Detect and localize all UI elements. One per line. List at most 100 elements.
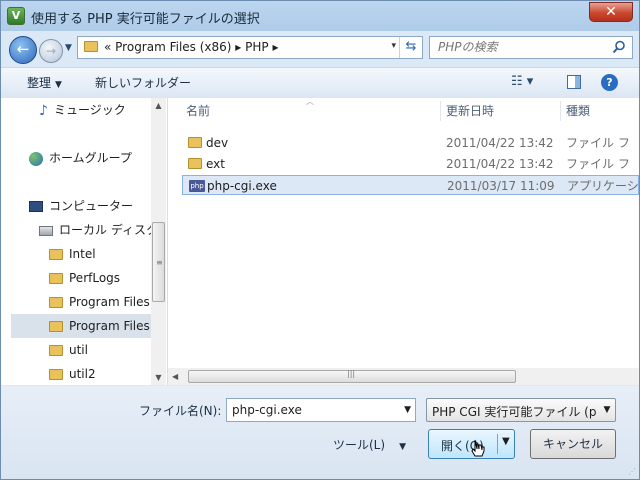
- tools-menu[interactable]: ツール(L) ▼: [333, 436, 406, 453]
- scrollbar-thumb[interactable]: ≡: [152, 222, 165, 302]
- chevron-down-icon: ▼: [55, 80, 62, 90]
- forward-button[interactable]: →: [39, 39, 63, 63]
- dialog-footer: ファイル名(N): php-cgi.exe ▼ PHP CGI 実行可能ファイル…: [1, 386, 639, 479]
- file-date: 2011/04/22 13:42: [446, 136, 554, 150]
- help-icon[interactable]: ?: [601, 74, 618, 91]
- file-type: ファイル フ: [566, 136, 630, 150]
- filetype-value: PHP CGI 実行可能ファイル (p: [432, 405, 597, 419]
- title-bar[interactable]: V 使用する PHP 実行可能ファイルの選択 ✕: [1, 1, 639, 31]
- folder-icon: [188, 137, 202, 148]
- sidebar-item-program-files[interactable]: Program Files: [49, 290, 151, 314]
- view-options-icon[interactable]: ☷ ▾: [511, 74, 533, 89]
- column-header-date[interactable]: 更新日時: [446, 98, 494, 124]
- app-icon: V: [7, 7, 25, 25]
- file-row-ext[interactable]: ext 2011/04/22 13:42 ファイル フ: [182, 154, 639, 174]
- filetype-select[interactable]: PHP CGI 実行可能ファイル (p ▼: [426, 398, 616, 422]
- sidebar-item-label: ミュージック: [53, 103, 126, 117]
- open-options-icon[interactable]: ▼: [502, 436, 510, 447]
- folder-icon: [49, 321, 63, 332]
- sidebar-item-label: Intel: [69, 247, 96, 261]
- column-divider[interactable]: [440, 101, 441, 121]
- sidebar-item-homegroup[interactable]: ホームグループ: [29, 146, 132, 170]
- close-icon: ✕: [605, 4, 617, 20]
- sidebar-item-util[interactable]: util: [49, 338, 88, 362]
- homegroup-icon: [29, 151, 43, 166]
- folder-icon: [49, 273, 63, 284]
- organize-label: 整理: [27, 76, 52, 90]
- sidebar-item-label: util2: [69, 367, 96, 381]
- drive-icon: [39, 225, 53, 236]
- sidebar-item-local-disk[interactable]: ローカル ディスク: [39, 218, 158, 242]
- file-date: 2011/03/17 11:09: [447, 179, 555, 193]
- column-divider[interactable]: [560, 101, 561, 121]
- sidebar-item-label: util: [69, 343, 88, 357]
- back-button[interactable]: ←: [9, 36, 37, 64]
- file-row-php-cgi[interactable]: php php-cgi.exe 2011/03/17 11:09 アプリケーシ: [182, 175, 639, 195]
- file-type: アプリケーシ: [567, 179, 639, 193]
- new-folder-button[interactable]: 新しいフォルダー: [95, 74, 191, 91]
- column-header-name[interactable]: 名前: [186, 98, 210, 124]
- sidebar-item-label: Program Files: [69, 295, 150, 309]
- chevron-down-icon[interactable]: ▾: [391, 41, 396, 51]
- breadcrumb[interactable]: « Program Files (x86) ▸ PHP ▸: [104, 40, 278, 54]
- scroll-up-icon[interactable]: ▲: [151, 98, 166, 113]
- sidebar-item-intel[interactable]: Intel: [49, 242, 96, 266]
- php-icon: php: [189, 180, 205, 192]
- resize-grip-icon[interactable]: ⋰: [628, 467, 636, 476]
- column-header-type[interactable]: 種類: [566, 98, 590, 124]
- folder-icon: [49, 345, 63, 356]
- sidebar-item-computer[interactable]: コンピューター: [29, 194, 133, 218]
- filename-label: ファイル名(N):: [139, 404, 222, 418]
- file-name: dev: [206, 136, 229, 150]
- close-button[interactable]: ✕: [589, 2, 633, 22]
- sidebar-item-label: ホームグループ: [49, 151, 132, 165]
- sidebar-item-label: Program Files: [69, 319, 150, 333]
- refresh-button[interactable]: ⇆: [399, 37, 422, 58]
- file-date: 2011/04/22 13:42: [446, 157, 554, 171]
- computer-icon: [29, 201, 43, 212]
- sidebar-item-label: コンピューター: [49, 199, 134, 213]
- filename-combobox[interactable]: php-cgi.exe ▼: [226, 398, 416, 422]
- sidebar-scrollbar[interactable]: ▲ ≡ ▼: [151, 98, 166, 385]
- search-input[interactable]: [438, 40, 608, 54]
- chevron-down-icon[interactable]: ▼: [404, 405, 411, 415]
- folder-icon: [188, 158, 202, 169]
- folder-icon: [49, 369, 63, 380]
- sidebar-item-music[interactable]: ♪ ミュージック: [39, 98, 126, 122]
- tools-label: ツール(L): [333, 438, 386, 452]
- preview-pane-icon[interactable]: [567, 75, 581, 89]
- sidebar-item-util2[interactable]: util2: [49, 362, 96, 386]
- scroll-left-icon[interactable]: ◀: [172, 368, 178, 385]
- chevron-down-icon[interactable]: ▼: [599, 399, 615, 421]
- sidebar-item-label: ローカル ディスク: [59, 223, 158, 237]
- chevron-down-icon: ▼: [399, 442, 406, 452]
- cancel-button[interactable]: キャンセル: [530, 429, 616, 459]
- file-list-scrollbar[interactable]: ◀ |||: [168, 368, 639, 385]
- split-divider: [497, 434, 498, 454]
- search-box[interactable]: [429, 36, 633, 59]
- folder-icon: [49, 249, 63, 260]
- arrow-right-icon: →: [45, 44, 57, 58]
- scrollbar-thumb[interactable]: |||: [188, 369, 516, 383]
- file-name: php-cgi.exe: [207, 179, 277, 193]
- window-title: 使用する PHP 実行可能ファイルの選択: [31, 12, 260, 27]
- scroll-down-icon[interactable]: ▼: [151, 370, 166, 385]
- sidebar-item-perflogs[interactable]: PerfLogs: [49, 266, 120, 290]
- folder-icon: [49, 297, 63, 308]
- navigation-pane: ♪ ミュージック ホームグループ コンピューター ローカル ディスク Intel …: [1, 98, 168, 385]
- file-row-dev[interactable]: dev 2011/04/22 13:42 ファイル フ: [182, 133, 639, 153]
- organize-menu[interactable]: 整理 ▼: [27, 74, 62, 91]
- filename-input[interactable]: php-cgi.exe: [232, 403, 302, 417]
- open-file-dialog: V 使用する PHP 実行可能ファイルの選択 ✕ ← → ▼ « Program…: [0, 0, 640, 480]
- file-type: ファイル フ: [566, 157, 630, 171]
- folder-icon: [84, 41, 98, 52]
- sidebar-item-label: PerfLogs: [69, 271, 121, 285]
- search-icon[interactable]: [612, 40, 626, 54]
- navigation-bar: ← → ▼ « Program Files (x86) ▸ PHP ▸ ▾ ⇆: [1, 31, 639, 65]
- arrow-left-icon: ←: [16, 40, 30, 58]
- mouse-cursor-icon: [471, 439, 485, 457]
- address-bar[interactable]: « Program Files (x86) ▸ PHP ▸ ▾ ⇆: [77, 36, 423, 59]
- sidebar-item-program-files-x86[interactable]: Program Files: [49, 314, 151, 338]
- history-dropdown-icon[interactable]: ▼: [65, 43, 72, 53]
- file-list: 名前 ︿ 更新日時 種類 dev 2011/04/22 13:42 ファイル フ…: [168, 98, 639, 385]
